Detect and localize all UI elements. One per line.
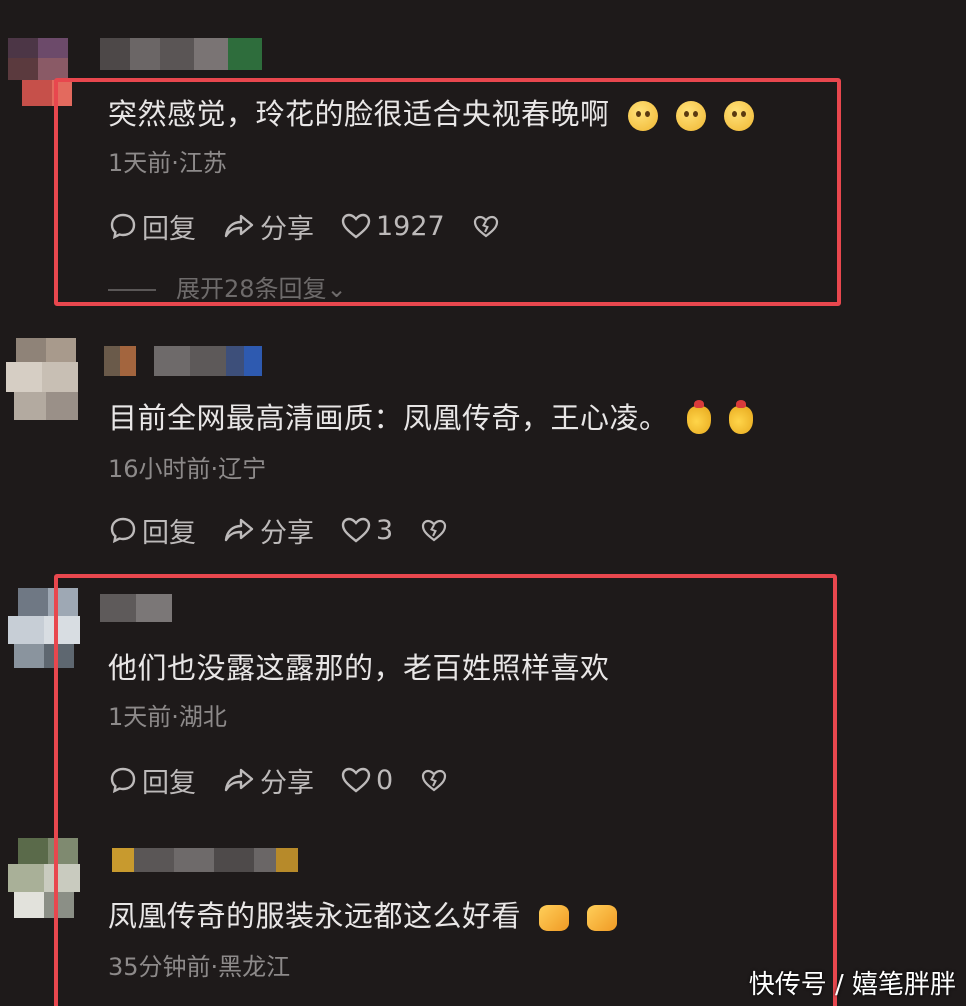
username[interactable]: [100, 38, 262, 70]
heart-icon: [341, 517, 371, 543]
avatar[interactable]: [6, 338, 88, 422]
speech-bubble-icon: [110, 517, 136, 544]
comment-actions: 回复 分享 3: [108, 511, 479, 550]
comment-meta: 16小时前·辽宁: [108, 455, 267, 483]
share-arrow-icon: [224, 518, 254, 542]
share-button[interactable]: 分享: [222, 511, 314, 550]
username[interactable]: [104, 346, 262, 376]
like-count: 3: [376, 514, 394, 546]
watermark: 快传号 / 嬉笔胖胖: [748, 970, 956, 1000]
highlight-box: [54, 574, 837, 1006]
broken-heart-icon: [422, 519, 447, 542]
money-bag-emoji: [686, 400, 711, 434]
share-label: 分享: [260, 517, 314, 549]
dislike-button[interactable]: [419, 515, 453, 545]
comment-text: 目前全网最高清画质：凤凰传奇，王心凌。: [108, 400, 753, 436]
highlight-box: [54, 78, 841, 306]
money-bag-emoji: [728, 400, 753, 434]
reply-label: 回复: [142, 517, 196, 549]
reply-button[interactable]: 回复: [108, 511, 196, 550]
like-button[interactable]: 3: [340, 515, 393, 546]
comment-list-screenshot: 突然感觉，玲花的脸很适合央视春晚啊 1天前·江苏 回复 分享 1927 展开28…: [0, 0, 966, 1006]
